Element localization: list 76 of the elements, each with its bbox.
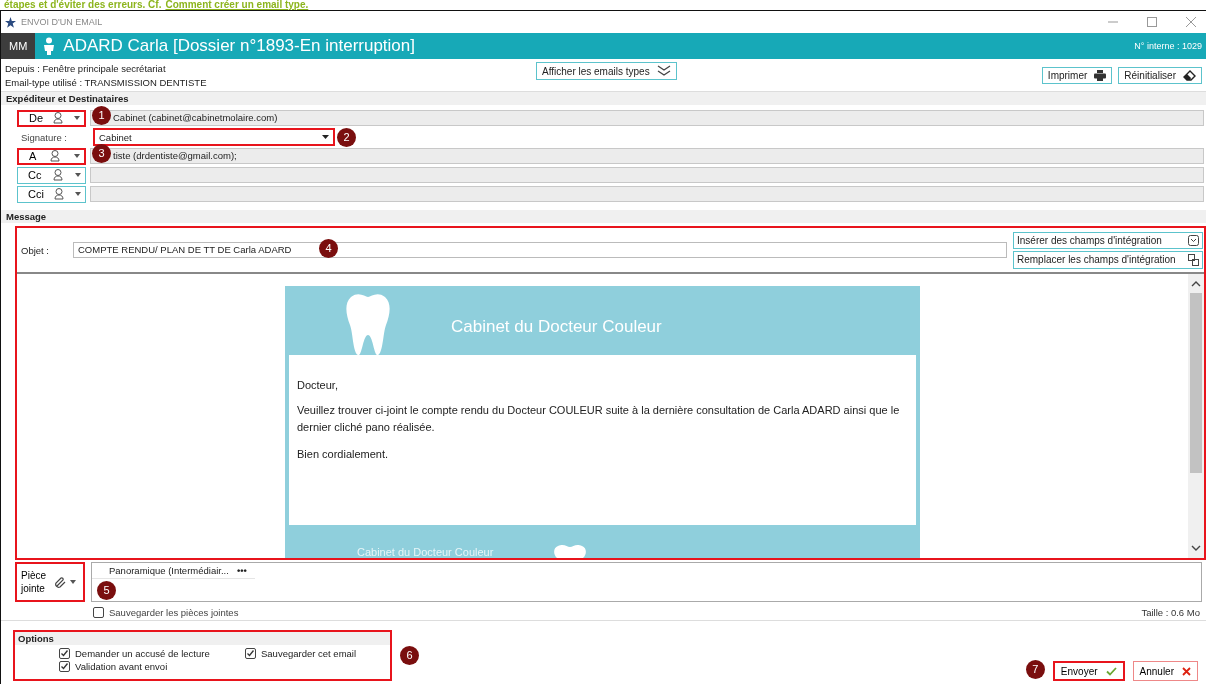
step-marker: 6 (400, 646, 419, 665)
internal-number: N° interne : 1029 (1134, 41, 1203, 51)
recipient-type-button[interactable]: A (17, 147, 86, 165)
show-templates-button[interactable]: Afficher les emails types (536, 62, 677, 80)
paperclip-icon (55, 576, 66, 588)
step-marker: 4 (319, 239, 338, 258)
person-icon (43, 37, 56, 55)
dropdown-box-icon (1188, 234, 1199, 246)
insert-fields-button[interactable]: Insérer des champs d'intégration (1013, 231, 1203, 249)
subject-label: Objet : (21, 244, 50, 256)
banner-title: Cabinet du Docteur Couleur (451, 316, 662, 337)
caret-icon (75, 173, 81, 177)
replace-fields-button[interactable]: Remplacer les champs d'intégration (1013, 250, 1203, 269)
signature-label: Signature : (20, 131, 68, 143)
tooth-icon (345, 292, 391, 355)
recipient-type-button[interactable]: Cci (17, 185, 86, 203)
options-header: Options (15, 632, 390, 645)
footer-title: Cabinet du Docteur Couleur (357, 546, 494, 558)
printer-icon (1094, 69, 1107, 81)
reset-button[interactable]: Réinitialiser (1118, 66, 1202, 84)
checkbox-label: Sauvegarder les pièces jointes (109, 606, 239, 618)
closing-text: Bien cordialement. (297, 446, 390, 462)
caret-icon (74, 154, 80, 158)
greeting-text: Docteur, (297, 377, 339, 393)
section-header: Message (1, 210, 1206, 223)
checkmark-icon (1105, 666, 1117, 676)
contact-icon (52, 169, 64, 181)
signature-select[interactable]: Cabinet (93, 128, 335, 146)
caret-icon (74, 116, 80, 120)
checkbox-label: Demander un accusé de lecture (75, 648, 210, 659)
eraser-icon (1183, 69, 1196, 81)
close-icon[interactable] (1186, 17, 1196, 27)
swap-icon (1188, 253, 1199, 266)
checkbox[interactable] (245, 648, 256, 659)
caret-icon (75, 192, 81, 196)
contact-icon (49, 150, 61, 162)
attachment-chip[interactable]: Panoramique (Intermédiair... ••• (92, 563, 255, 579)
step-marker: 5 (97, 581, 116, 600)
user-initials: MM (1, 33, 36, 59)
scroll-up-icon[interactable] (1191, 280, 1201, 287)
recipient-type-button[interactable]: Cc (17, 166, 86, 184)
recipient-type-button[interactable]: De (17, 109, 86, 127)
attachment-name: Panoramique (Intermédiair... (109, 565, 229, 576)
attachment-button[interactable]: Pièce jointe (15, 562, 85, 602)
caret-icon (70, 580, 76, 584)
checkbox[interactable] (59, 648, 70, 659)
checkbox-label: Sauvegarder cet email (261, 648, 357, 659)
source-text: Depuis : Fenêtre principale secrétariat (5, 62, 167, 74)
print-button[interactable]: Imprimer (1041, 66, 1113, 84)
checkbox[interactable] (59, 661, 70, 672)
window-title: ENVOI D'UN EMAIL (21, 17, 103, 27)
double-chevron-icon (656, 65, 671, 77)
contact-icon (53, 188, 65, 200)
more-button[interactable]: ••• (236, 565, 247, 576)
step-marker: 2 (337, 128, 356, 147)
caret-icon (322, 135, 329, 139)
star-icon (5, 16, 16, 28)
section-header: Expéditeur et Destinataires (1, 92, 1206, 105)
checkbox[interactable] (93, 606, 104, 618)
note-text: étapes et d'éviter des erreurs. Cf. (4, 0, 162, 10)
contact-icon (53, 112, 65, 124)
maximize-icon[interactable] (1147, 17, 1157, 27)
vertical-scrollbar[interactable] (1188, 274, 1204, 558)
send-button[interactable]: Envoyer (1052, 661, 1125, 681)
close-icon (1182, 666, 1191, 676)
patient-title: ADARD Carla [Dossier n°1893-En interruption] (63, 36, 415, 56)
size-text: Taille : 0.6 Mo (1141, 606, 1200, 618)
template-text: Email-type utilisé : TRANSMISSION DENTISTE (5, 76, 208, 88)
cancel-button[interactable]: Annuler (1132, 661, 1198, 681)
body-text: Veuillez trouver ci-joint le compte rendu du Docteur COULEUR suite à la dernière consultation de Carla ADARD ainsi que le dernier cliché pano réalisée. (297, 402, 901, 435)
tooth-icon (553, 544, 588, 558)
checkbox-label: Validation avant envoi (75, 661, 168, 672)
address-field[interactable] (90, 167, 1204, 183)
step-marker: 7 (1025, 660, 1045, 679)
scroll-down-icon[interactable] (1191, 545, 1201, 552)
address-field[interactable] (90, 186, 1204, 202)
